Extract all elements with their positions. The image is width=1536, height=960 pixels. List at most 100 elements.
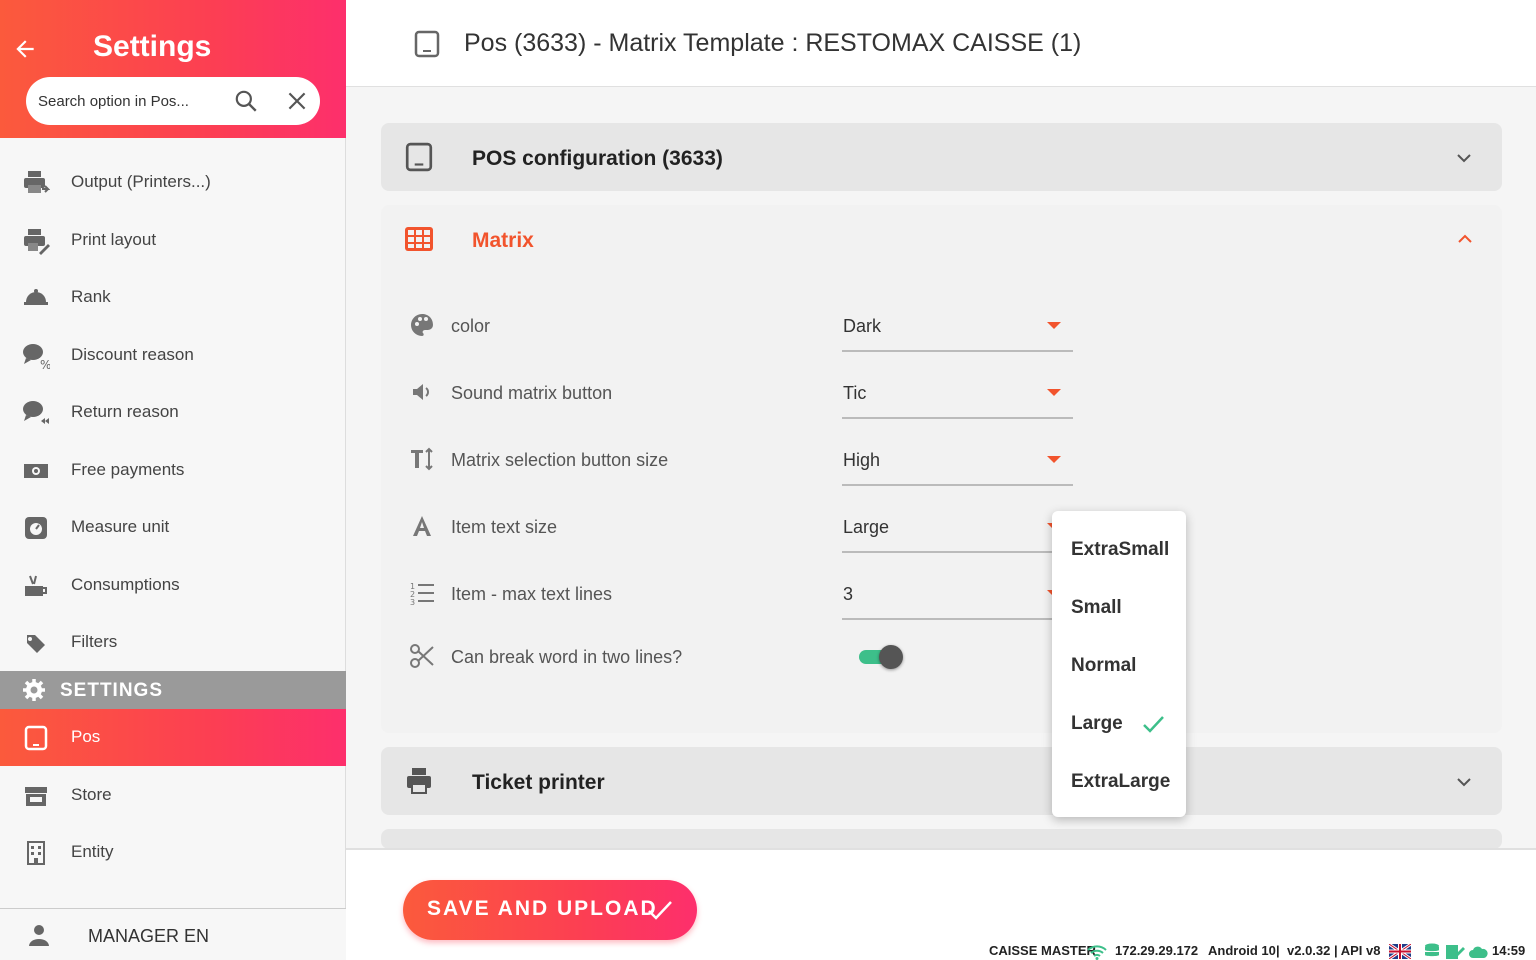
sound-select[interactable]: Tic [842, 365, 1073, 419]
edit-sync-icon [1446, 945, 1465, 959]
dropdown-option-extralarge[interactable]: ExtraLarge [1052, 752, 1186, 810]
page-title: Pos (3633) - Matrix Template : RESTOMAX … [464, 29, 1082, 57]
text-size-select[interactable]: Large [842, 499, 1073, 553]
ticket-printer-panel[interactable]: Ticket printer [381, 747, 1502, 815]
scissors-icon [410, 644, 434, 668]
text-size-dropdown-menu: ExtraSmall Small Normal Large ExtraLarge [1052, 511, 1186, 817]
button-size-select[interactable]: High [842, 432, 1073, 486]
pos-configuration-panel[interactable]: POS configuration (3633) [381, 123, 1502, 191]
user-label: MANAGER EN [88, 926, 210, 946]
sidebar-item-label: Measure unit [71, 517, 170, 536]
break-word-toggle[interactable] [859, 645, 903, 669]
dropdown-option-large[interactable]: Large [1052, 694, 1186, 752]
status-version: v2.0.32 | API v8 [1287, 943, 1381, 958]
printer-out-icon [24, 171, 50, 193]
wifi-icon [1087, 945, 1107, 960]
building-icon [27, 841, 45, 865]
sidebar-item-entity[interactable]: Entity [0, 824, 346, 881]
return-reason-icon [23, 401, 49, 424]
sidebar-item-label: Output (Printers...) [71, 172, 211, 191]
sidebar-item-label: Entity [71, 842, 114, 861]
max-lines-select[interactable]: 3 [842, 566, 1073, 620]
save-and-upload-button[interactable]: SAVE AND UPLOAD [403, 880, 697, 940]
select-value: High [843, 450, 881, 470]
next-panel-edge [381, 829, 1502, 849]
store-icon [25, 787, 47, 806]
database-icon [1425, 943, 1439, 957]
palette-icon [411, 314, 433, 336]
svg-text:%: % [40, 358, 50, 370]
close-icon[interactable] [284, 88, 310, 114]
speaker-icon [413, 384, 429, 400]
measure-unit-icon [25, 517, 47, 539]
sidebar-item-return-reason[interactable]: Return reason [0, 384, 346, 441]
check-icon [648, 901, 672, 920]
grid-icon [405, 227, 433, 251]
sidebar: Settings Output (Printers...) Print layo… [0, 0, 346, 960]
sidebar-section-settings: SETTINGS [0, 671, 346, 709]
sidebar-item-label: Return reason [71, 402, 179, 421]
panel-title: POS configuration (3633) [472, 147, 723, 170]
tablet-icon [24, 725, 48, 751]
dropdown-option-normal[interactable]: Normal [1052, 636, 1186, 694]
setting-row-max-text-lines: 123 Item - max text lines 3 [381, 560, 1502, 626]
user-bar[interactable]: MANAGER EN [0, 908, 346, 960]
sidebar-item-measure-unit[interactable]: Measure unit [0, 499, 346, 556]
setting-row-color: color Dark [381, 292, 1502, 358]
main-content: Pos (3633) - Matrix Template : RESTOMAX … [346, 0, 1536, 960]
select-value: Dark [843, 316, 882, 336]
sidebar-item-print-layout[interactable]: Print layout [0, 212, 346, 269]
chevron-down-icon[interactable] [1454, 148, 1474, 168]
dropdown-option-extrasmall[interactable]: ExtraSmall [1052, 520, 1186, 578]
sidebar-item-output-printers[interactable]: Output (Printers...) [0, 154, 346, 211]
status-os: Android 10 [1208, 943, 1276, 958]
option-label: ExtraLarge [1071, 771, 1171, 792]
setting-label: Item - max text lines [451, 584, 613, 604]
setting-label: color [451, 316, 491, 336]
sidebar-item-discount-reason[interactable]: % Discount reason [0, 327, 346, 384]
option-label: Large [1071, 713, 1123, 734]
sidebar-header: Settings [0, 0, 346, 138]
panel-title: Ticket printer [472, 771, 605, 794]
check-icon [1143, 716, 1164, 733]
settings-title: Settings [93, 30, 212, 63]
dropdown-option-small[interactable]: Small [1052, 578, 1186, 636]
footer: SAVE AND UPLOAD CAISSE MASTER 172.29.29.… [346, 848, 1536, 960]
sidebar-item-label: Filters [71, 632, 118, 651]
svg-text:3: 3 [410, 598, 415, 606]
setting-row-item-text-size: Item text size Large [381, 493, 1502, 559]
color-select[interactable]: Dark [842, 298, 1073, 352]
search-input[interactable] [38, 85, 218, 117]
search-icon[interactable] [233, 88, 259, 114]
option-label: Small [1071, 597, 1122, 618]
status-app: CAISSE MASTER [989, 943, 1096, 958]
chevron-down-icon[interactable] [1454, 772, 1474, 792]
rank-icon [24, 289, 48, 305]
numbered-list-icon: 123 [410, 582, 434, 606]
section-label: SETTINGS [60, 680, 164, 701]
setting-label: Sound matrix button [451, 383, 613, 403]
setting-label: Item text size [451, 517, 558, 537]
sidebar-item-rank[interactable]: Rank [0, 269, 346, 326]
select-value: Tic [843, 383, 867, 403]
sidebar-item-free-payments[interactable]: Free payments [0, 442, 346, 499]
sidebar-item-label: Consumptions [71, 575, 180, 594]
select-value: 3 [843, 584, 854, 604]
sidebar-item-store[interactable]: Store [0, 767, 346, 824]
dropdown-caret-icon [1047, 456, 1061, 463]
sidebar-item-pos[interactable]: Pos [0, 709, 346, 766]
tablet-icon [414, 30, 440, 58]
status-time: 14:59 [1492, 943, 1526, 958]
sidebar-item-label: Print layout [71, 230, 157, 249]
uk-flag-icon[interactable] [1389, 944, 1411, 959]
sidebar-item-label: Rank [71, 287, 111, 306]
save-button-label: SAVE AND UPLOAD [427, 897, 658, 920]
chevron-up-icon[interactable] [1455, 229, 1475, 249]
dropdown-caret-icon [1047, 389, 1061, 396]
printer-icon [407, 768, 431, 794]
sidebar-item-filters[interactable]: Filters [0, 614, 346, 671]
setting-row-break-word: Can break word in two lines? [381, 623, 1502, 689]
sidebar-item-consumptions[interactable]: Consumptions [0, 557, 346, 614]
back-arrow-icon[interactable] [12, 36, 38, 62]
matrix-panel: Matrix color Dark Sound matrix button Ti… [381, 205, 1502, 733]
